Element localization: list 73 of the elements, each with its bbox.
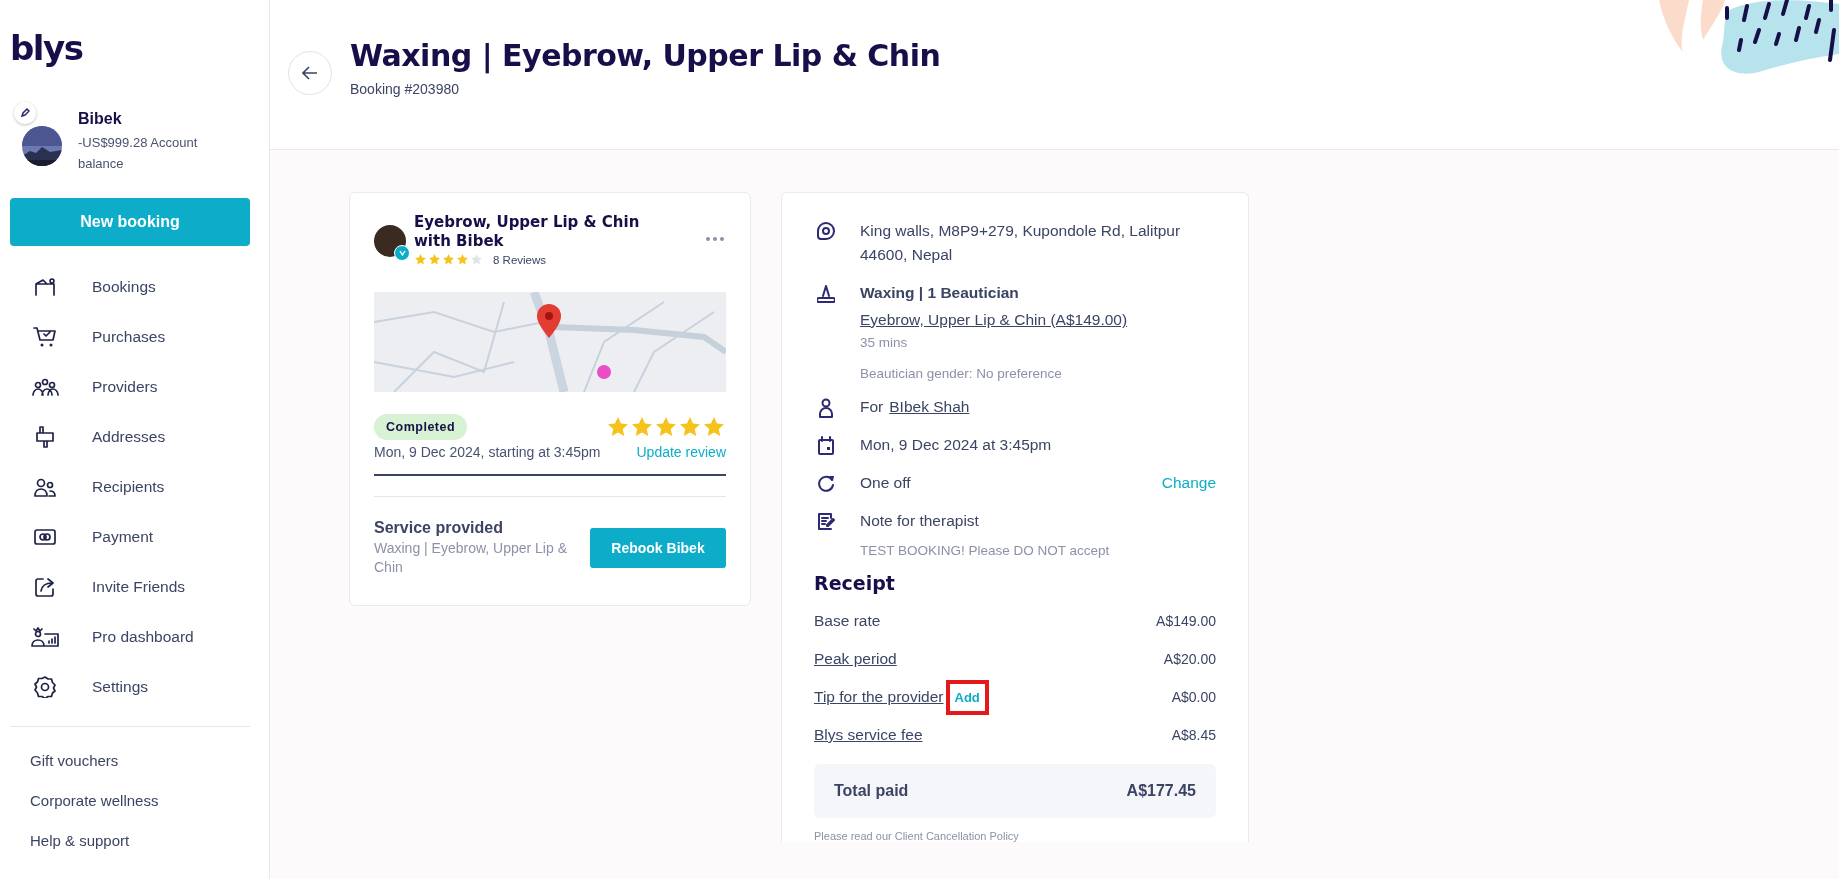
star-icon — [654, 415, 678, 439]
group-icon — [31, 377, 59, 397]
blys-logo[interactable]: blys — [10, 28, 249, 68]
location-icon — [817, 222, 835, 240]
receipt-link[interactable]: Blys service fee — [814, 726, 923, 744]
booking-date: Mon, 9 Dec 2024, starting at 3:45pm — [374, 444, 601, 460]
receipt-label: Base rate — [814, 612, 881, 630]
nav-item[interactable]: Purchases — [10, 312, 249, 362]
address-text: King walls, M8P9+279, Kupondole Rd, Lalitpur 44600, Nepal — [860, 221, 1182, 265]
service-title: Waxing | 1 Beautician — [860, 283, 1020, 303]
footer-link[interactable]: Corporate wellness — [10, 781, 249, 821]
receipt-link[interactable]: Tip for the provider — [814, 688, 944, 706]
receipt-amount: A$0.00 — [1171, 689, 1216, 705]
footer-link[interactable]: Gift vouchers — [10, 741, 249, 781]
repeat-icon — [817, 474, 835, 492]
receipt-amount: A$20.00 — [1163, 651, 1216, 667]
person-icon — [818, 398, 834, 418]
service-label: Service provided — [374, 519, 504, 537]
note-text: TEST BOOKING! Please DO NOT accept — [860, 543, 1111, 558]
total-amount: A$177.45 — [1126, 782, 1196, 800]
star-icon — [678, 415, 702, 439]
star-icon — [428, 253, 441, 266]
recipient-label: For — [860, 397, 884, 417]
provider-title: Eyebrow, Upper Lip & Chin with Bibek — [414, 213, 641, 251]
star-icon — [414, 253, 427, 266]
star-icon — [470, 253, 483, 266]
nav-item[interactable]: Payment — [10, 512, 249, 562]
gender-preference: Beautician gender: No preference — [860, 366, 1063, 381]
dashboard-icon — [31, 627, 59, 647]
star-icon — [630, 415, 654, 439]
card-icon — [34, 528, 56, 546]
receipt-title: Receipt — [814, 572, 896, 594]
calendar-icon — [817, 436, 835, 456]
receipt-amount: A$149.00 — [1156, 613, 1216, 629]
policy-text: Please read our Client Cancellation Policy — [814, 830, 1020, 842]
pencil-icon — [20, 108, 30, 118]
recipient-link[interactable]: BIbek Shah — [889, 398, 970, 416]
duration-text: 35 mins — [860, 335, 909, 350]
note-label: Note for therapist — [860, 511, 980, 531]
service-link[interactable]: Eyebrow, Upper Lip & Chin (A$149.00) — [860, 311, 1128, 328]
nav-item[interactable]: Settings — [10, 662, 249, 712]
service-name: Waxing | Eyebrow, Upper Lip & Chin — [374, 539, 568, 577]
edit-button[interactable] — [14, 102, 36, 124]
frequency-text: One off — [860, 473, 911, 493]
review-count: 8 Reviews — [493, 253, 547, 266]
booking-number: Booking #203980 — [350, 81, 460, 97]
star-icon — [442, 253, 455, 266]
nav-item[interactable]: Recipients — [10, 462, 249, 512]
back-button[interactable] — [288, 51, 332, 95]
nav-item[interactable]: Addresses — [10, 412, 249, 462]
star-icon — [456, 253, 469, 266]
status-badge: Completed — [374, 414, 468, 440]
back-arrow-icon — [302, 66, 318, 80]
star-icon — [606, 415, 630, 439]
nav-item[interactable]: Bookings — [10, 262, 249, 312]
receipt-amount: A$8.45 — [1171, 727, 1216, 743]
receipt-link[interactable]: Peak period — [814, 650, 897, 668]
nav-item[interactable]: Invite Friends — [10, 562, 249, 612]
note-icon — [817, 512, 835, 530]
nav-item[interactable]: Pro dashboard — [10, 612, 249, 662]
user-name: Bibek — [78, 110, 123, 128]
nav-item[interactable]: Providers — [10, 362, 249, 412]
more-button[interactable] — [704, 235, 726, 243]
share-icon — [34, 576, 56, 598]
page-title: Waxing | Eyebrow, Upper Lip & Chin — [350, 38, 941, 73]
star-icon — [702, 415, 726, 439]
footer-link[interactable]: Help & support — [10, 821, 249, 861]
settings-icon — [34, 676, 56, 698]
total-label: Total paid — [834, 782, 909, 800]
date-text: Mon, 9 Dec 2024 at 3:45pm — [860, 435, 1053, 455]
account-balance: -US$999.28 Account balance — [78, 134, 199, 173]
cart-icon — [33, 326, 57, 348]
people-icon — [34, 477, 56, 497]
